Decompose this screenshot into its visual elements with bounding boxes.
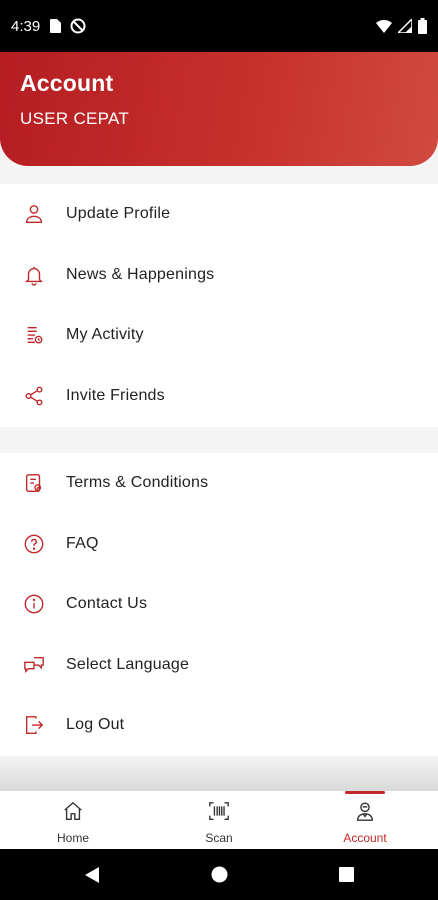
user-icon [22, 202, 46, 226]
activity-list-icon [22, 323, 46, 347]
barcode-icon [208, 800, 230, 827]
tab-label: Home [56, 831, 89, 845]
tab-label: Account [343, 831, 387, 845]
tab-scan[interactable]: Scan [146, 791, 292, 849]
status-time: 4:39 [11, 17, 41, 35]
tab-home[interactable]: Home [0, 791, 146, 849]
tab-account[interactable]: Account [292, 791, 438, 849]
question-circle-icon [22, 532, 46, 556]
username: USER CEPAT [20, 109, 130, 128]
signal-icon [398, 19, 412, 33]
menu-label: Update Profile [66, 205, 171, 223]
recents-square-icon [338, 867, 354, 882]
account-screen: 4:39 Account USER CEPAT Update Profile N… [0, 0, 438, 900]
menu-label: News & Happenings [66, 265, 215, 283]
menu-item-news[interactable]: News & Happenings [0, 245, 438, 306]
menu-group-secondary: Terms & Conditions FAQ Contact Us Select… [0, 453, 438, 756]
wifi-icon [376, 19, 392, 33]
nav-shadow [0, 756, 438, 791]
system-navigation-bar [0, 849, 438, 900]
home-button[interactable] [156, 866, 283, 883]
menu-item-invite-friends[interactable]: Invite Friends [0, 366, 438, 427]
sim-card-icon [49, 19, 62, 33]
page-title: Account [20, 70, 114, 96]
menu-group-primary: Update Profile News & Happenings My Acti… [0, 184, 438, 427]
menu-label: Terms & Conditions [66, 474, 209, 492]
menu-item-select-language[interactable]: Select Language [0, 635, 438, 696]
back-button[interactable] [29, 866, 156, 884]
do-not-disturb-icon [70, 18, 86, 34]
back-triangle-icon [85, 866, 99, 883]
menu-label: FAQ [66, 534, 99, 552]
menu-item-terms[interactable]: Terms & Conditions [0, 453, 438, 514]
menu-item-log-out[interactable]: Log Out [0, 695, 438, 756]
home-circle-icon [211, 866, 227, 883]
bell-icon [22, 263, 46, 287]
menu-label: Invite Friends [66, 386, 165, 404]
menu-item-my-activity[interactable]: My Activity [0, 305, 438, 366]
menu-label: Contact Us [66, 595, 148, 613]
home-icon [62, 800, 84, 827]
menu-item-faq[interactable]: FAQ [0, 514, 438, 575]
status-bar: 4:39 [0, 0, 438, 52]
menu-label: My Activity [66, 326, 144, 344]
account-icon [354, 800, 376, 827]
menu-item-contact-us[interactable]: Contact Us [0, 574, 438, 635]
tab-label: Scan [205, 831, 233, 845]
share-icon [22, 384, 46, 408]
account-header: Account USER CEPAT [0, 52, 438, 166]
bottom-navigation: Home Scan Account [0, 791, 438, 849]
logout-icon [22, 713, 46, 737]
language-icon [22, 653, 46, 677]
info-circle-icon [22, 592, 46, 616]
battery-icon [418, 18, 427, 34]
recents-button[interactable] [283, 867, 410, 882]
menu-item-update-profile[interactable]: Update Profile [0, 184, 438, 245]
menu-label: Log Out [66, 716, 125, 734]
document-icon [22, 471, 46, 495]
active-tab-indicator [345, 791, 385, 794]
menu-label: Select Language [66, 655, 190, 673]
